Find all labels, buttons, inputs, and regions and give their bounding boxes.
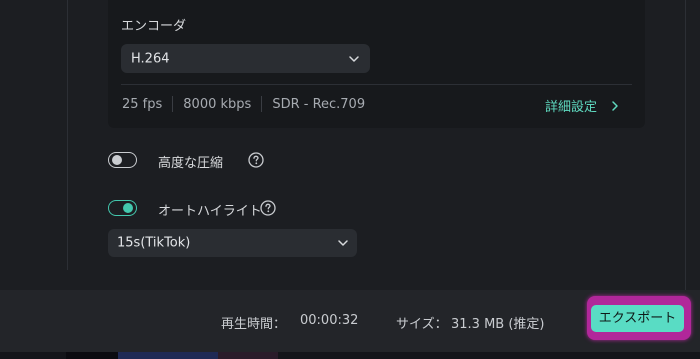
size-value: 31.3 MB (推定) [451,317,545,332]
spec-divider [172,96,174,112]
encoder-card: エンコーダ H.264 25 fps 8000 kbps SDR - Rec.7… [108,0,645,128]
help-icon[interactable] [260,200,276,216]
timeline-thumbnail [66,352,118,359]
size-label: サイズ： [396,317,448,332]
advanced-settings-link[interactable]: 詳細設定 [545,96,619,115]
encoder-select[interactable]: H.264 [121,44,370,73]
chevron-right-icon [612,100,618,111]
auto-highlight-label: オートハイライト [158,204,262,219]
encoder-label: エンコーダ [121,19,187,34]
highlight-duration-select[interactable]: 15s(TikTok) [108,229,357,257]
export-button[interactable]: エクスポート [591,305,684,332]
auto-highlight-toggle[interactable] [108,200,137,216]
panel-divider [67,0,68,270]
timeline-thumbnail [218,352,278,359]
toggle-knob [112,154,122,165]
chevron-down-icon [349,55,359,62]
encoding-specs: 25 fps 8000 kbps SDR - Rec.709 [122,96,365,112]
timeline-thumbnail [118,352,218,359]
chevron-down-icon [338,240,348,246]
card-divider [121,84,632,85]
duration-label: 再生時間： [221,317,287,332]
bitrate-value: 8000 kbps [183,96,252,112]
export-button-highlight: エクスポート [587,296,691,340]
spec-divider [261,96,263,112]
color-space-value: SDR - Rec.709 [272,96,366,112]
export-settings-panel: エンコーダ H.264 25 fps 8000 kbps SDR - Rec.7… [0,0,700,290]
highlight-duration-value: 15s(TikTok) [117,235,191,251]
help-icon[interactable] [248,152,264,168]
advanced-compression-label: 高度な圧縮 [158,156,224,171]
scrollbar-track[interactable] [685,0,686,290]
toggle-knob [123,202,133,213]
fps-value: 25 fps [122,96,163,112]
duration-value: 00:00:32 [300,313,359,328]
advanced-compression-toggle[interactable] [108,152,137,168]
timeline-strip [0,352,700,359]
advanced-settings-label: 詳細設定 [544,100,597,115]
encoder-select-value: H.264 [131,51,170,66]
